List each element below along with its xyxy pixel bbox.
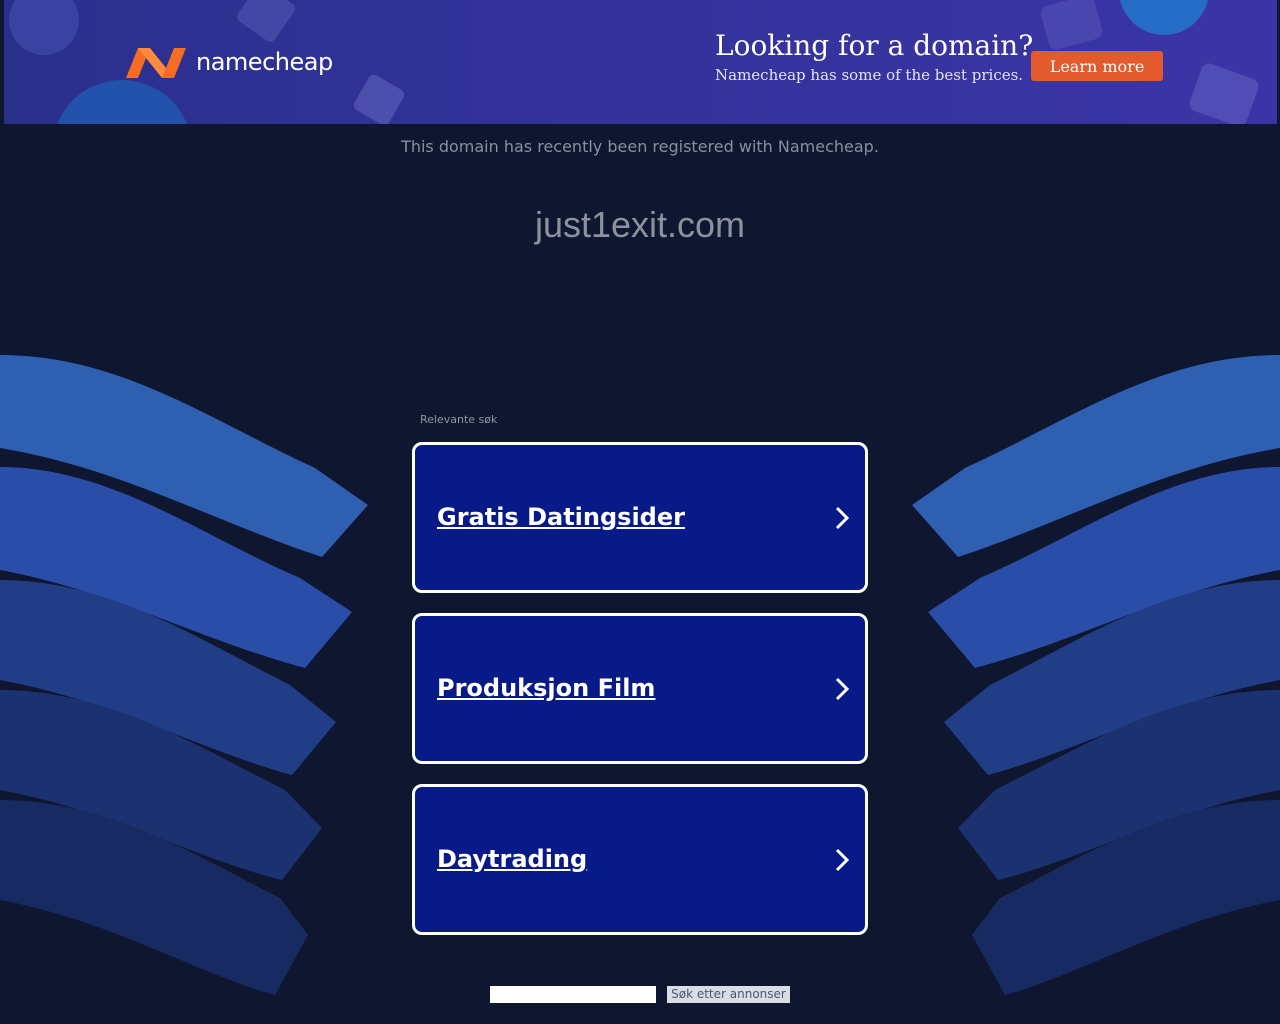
related-search-link[interactable]: Daytrading	[412, 784, 868, 935]
related-search-label: Daytrading	[437, 845, 588, 873]
namecheap-logo-icon	[126, 48, 186, 78]
related-search-label: Gratis Datingsider	[437, 503, 685, 531]
learn-more-button[interactable]: Learn more	[1031, 51, 1163, 81]
related-search-link[interactable]: Gratis Datingsider	[412, 442, 868, 593]
banner-subtitle: Namecheap has some of the best prices.	[715, 66, 1024, 84]
ad-search-input[interactable]	[490, 986, 656, 1003]
brand-name: namecheap	[196, 48, 333, 76]
related-searches-label: Relevante søk	[420, 413, 498, 426]
namecheap-logo[interactable]: namecheap	[124, 44, 333, 80]
ad-search-button[interactable]: Søk etter annonser	[667, 986, 790, 1003]
parked-domain-page: namecheap Looking for a domain? Namechea…	[0, 0, 1280, 1024]
related-search-label: Produksjon Film	[437, 674, 656, 702]
banner-promo-text: Looking for a domain? Namecheap has some…	[715, 29, 1034, 85]
registration-notice: This domain has recently been registered…	[401, 137, 879, 156]
domain-title: just1exit.com	[534, 204, 746, 245]
chevron-right-icon	[835, 848, 849, 872]
promo-banner[interactable]: namecheap Looking for a domain? Namechea…	[4, 0, 1277, 124]
chevron-right-icon	[835, 677, 849, 701]
banner-title: Looking for a domain?	[715, 29, 1034, 62]
related-search-link[interactable]: Produksjon Film	[412, 613, 868, 764]
chevron-right-icon	[835, 506, 849, 530]
